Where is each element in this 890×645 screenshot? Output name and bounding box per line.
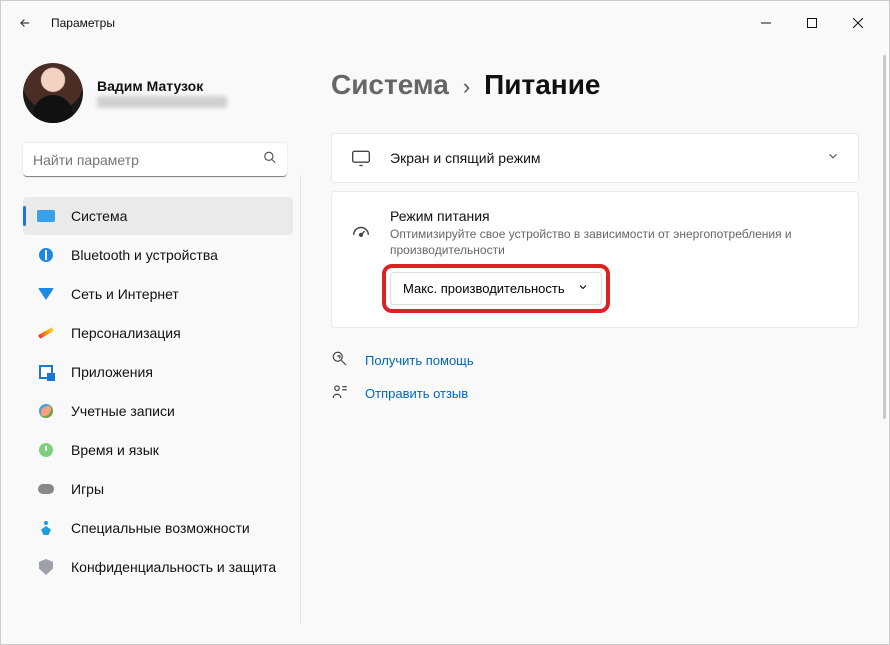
system-icon <box>37 207 55 225</box>
sidebar-item-label: Bluetooth и устройства <box>71 247 218 263</box>
search-input[interactable] <box>23 143 287 177</box>
breadcrumb: Система › Питание <box>331 69 859 101</box>
user-profile[interactable]: Вадим Матузок <box>23 63 293 123</box>
shield-icon <box>37 558 55 576</box>
sidebar-item-apps[interactable]: Приложения <box>23 353 293 391</box>
sidebar-item-label: Специальные возможности <box>71 520 250 536</box>
get-help-link[interactable]: Получить помощь <box>365 353 474 368</box>
sidebar-item-accessibility[interactable]: Специальные возможности <box>23 509 293 547</box>
clock-icon <box>37 441 55 459</box>
sidebar-item-label: Персонализация <box>71 325 181 341</box>
sidebar-item-label: Конфиденциальность и защита <box>71 559 276 575</box>
sidebar-item-privacy[interactable]: Конфиденциальность и защита <box>23 548 293 586</box>
feedback-link-row: Отправить отзыв <box>331 383 859 404</box>
screen-icon <box>350 148 372 168</box>
search-icon <box>263 151 277 170</box>
user-name: Вадим Матузок <box>97 78 227 94</box>
scrollbar[interactable] <box>883 55 886 575</box>
power-mode-subtitle: Оптимизируйте свое устройство в зависимо… <box>390 226 840 258</box>
sidebar-item-label: Учетные записи <box>71 403 175 419</box>
gauge-icon <box>350 222 372 249</box>
sidebar-item-label: Время и язык <box>71 442 159 458</box>
sidebar-item-network[interactable]: Сеть и Интернет <box>23 275 293 313</box>
sidebar-item-bluetooth[interactable]: Bluetooth и устройства <box>23 236 293 274</box>
close-button[interactable] <box>835 7 881 39</box>
chevron-down-icon <box>577 281 589 296</box>
minimize-button[interactable] <box>743 7 789 39</box>
avatar <box>23 63 83 123</box>
send-feedback-link[interactable]: Отправить отзыв <box>365 386 468 401</box>
sidebar-item-label: Приложения <box>71 364 153 380</box>
power-mode-selected: Макс. производительность <box>403 281 565 296</box>
sidebar-item-label: Система <box>71 208 127 224</box>
screen-sleep-card[interactable]: Экран и спящий режим <box>331 133 859 183</box>
sidebar-item-gaming[interactable]: Игры <box>23 470 293 508</box>
back-button[interactable] <box>9 7 41 39</box>
screen-sleep-title: Экран и спящий режим <box>390 150 541 166</box>
power-mode-title: Режим питания <box>390 208 840 224</box>
brush-icon <box>37 324 55 342</box>
sidebar-item-label: Сеть и Интернет <box>71 286 179 302</box>
accounts-icon <box>37 402 55 420</box>
maximize-button[interactable] <box>789 7 835 39</box>
sidebar-item-accounts[interactable]: Учетные записи <box>23 392 293 430</box>
power-mode-card: Режим питания Оптимизируйте свое устройс… <box>331 191 859 328</box>
accessibility-icon <box>37 519 55 537</box>
search-box[interactable] <box>23 143 287 177</box>
chevron-down-icon <box>826 149 840 168</box>
chevron-right-icon: › <box>463 74 470 100</box>
sidebar-item-personalization[interactable]: Персонализация <box>23 314 293 352</box>
sidebar-item-label: Игры <box>71 481 104 497</box>
power-mode-dropdown[interactable]: Макс. производительность <box>390 272 602 305</box>
apps-icon <box>37 363 55 381</box>
gamepad-icon <box>37 480 55 498</box>
page-title: Питание <box>484 69 600 101</box>
feedback-icon <box>331 383 351 404</box>
sidebar-item-time[interactable]: Время и язык <box>23 431 293 469</box>
breadcrumb-parent[interactable]: Система <box>331 69 449 101</box>
bluetooth-icon <box>37 246 55 264</box>
help-icon <box>331 350 351 371</box>
help-link-row: Получить помощь <box>331 350 859 371</box>
wifi-icon <box>37 285 55 303</box>
window-title: Параметры <box>51 16 115 30</box>
sidebar-item-system[interactable]: Система <box>23 197 293 235</box>
user-email <box>97 96 227 108</box>
